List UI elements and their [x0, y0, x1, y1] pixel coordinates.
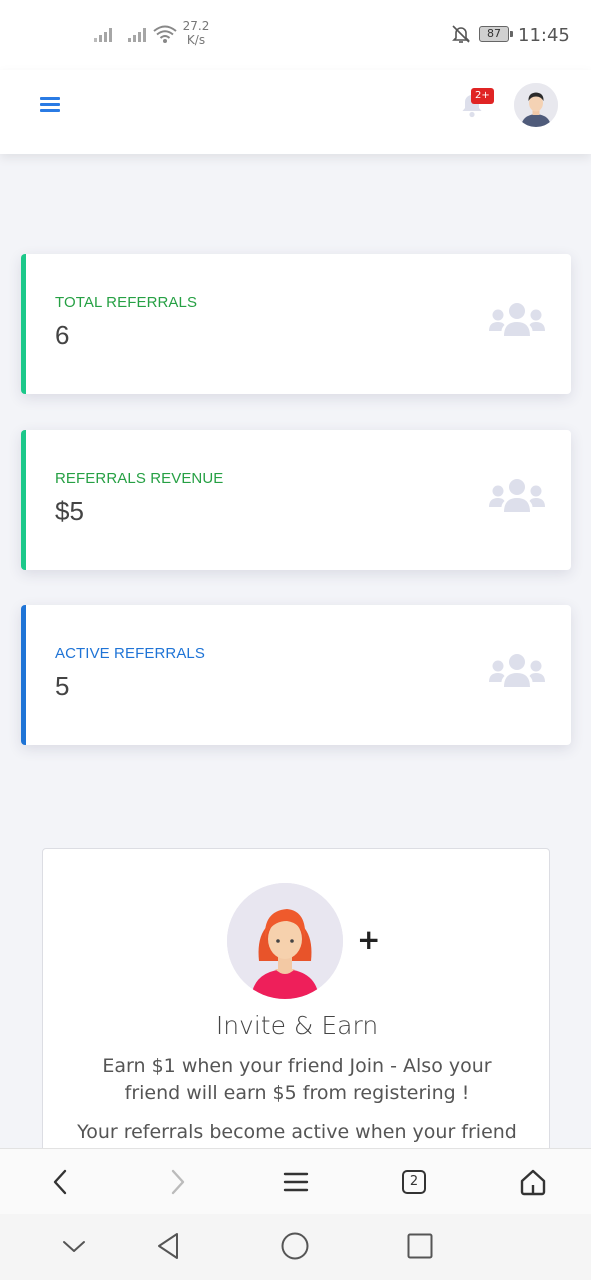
system-navigation	[0, 1214, 591, 1280]
invite-earn-card: + Invite & Earn Earn $1 when your friend…	[42, 848, 550, 1168]
invite-title: Invite & Earn	[215, 1011, 379, 1040]
users-icon	[489, 654, 545, 687]
card-label: REFERRALS REVENUE	[55, 470, 224, 487]
browser-toolbar: 2	[0, 1148, 591, 1214]
card-value: 6	[55, 320, 70, 350]
wifi-icon	[153, 25, 177, 43]
invite-note: Your referrals become active when your f…	[77, 1121, 517, 1143]
forward-icon[interactable]	[162, 1167, 192, 1197]
total-referrals-card: TOTAL REFERRALS 6	[21, 254, 571, 394]
collapse-icon[interactable]	[58, 1230, 90, 1262]
clock: 11:45	[518, 25, 570, 46]
nav-recents-icon[interactable]	[404, 1230, 436, 1262]
nav-home-icon[interactable]	[279, 1230, 311, 1262]
network-speed: 27.2 K/s	[181, 19, 211, 47]
status-bar: 27.2 K/s 87 11:45	[0, 0, 591, 70]
notification-badge[interactable]: 2+	[471, 88, 494, 104]
app-header: 2+	[0, 70, 591, 154]
avatar-illustration	[514, 83, 558, 127]
users-icon	[489, 479, 545, 512]
bell-off-icon	[452, 25, 470, 43]
signal-icon	[94, 26, 114, 42]
users-icon	[489, 303, 545, 336]
card-value: $5	[55, 496, 84, 526]
card-label: TOTAL REFERRALS	[55, 294, 198, 311]
referrals-revenue-card: REFERRALS REVENUE $5	[21, 430, 571, 570]
signal-icon	[128, 26, 148, 42]
invite-description: Earn $1 when your friend Join - Also you…	[102, 1055, 492, 1104]
menu-icon[interactable]	[281, 1167, 311, 1197]
card-value: 5	[55, 671, 70, 701]
user-avatar[interactable]	[514, 83, 558, 127]
active-referrals-card: ACTIVE REFERRALS 5	[21, 605, 571, 745]
menu-icon[interactable]	[40, 97, 60, 113]
plus-icon: +	[357, 923, 381, 956]
battery-icon: 87	[479, 26, 513, 42]
tab-count: 2	[402, 1170, 426, 1194]
home-icon[interactable]	[518, 1167, 548, 1197]
speed-unit: K/s	[186, 33, 206, 47]
nav-back-icon[interactable]	[153, 1230, 185, 1262]
card-label: ACTIVE REFERRALS	[55, 645, 205, 662]
speed-value: 27.2	[182, 19, 210, 33]
back-icon[interactable]	[46, 1167, 76, 1197]
tabs-icon[interactable]: 2	[399, 1167, 429, 1197]
friend-illustration	[227, 883, 343, 999]
friend-avatar	[227, 883, 343, 999]
